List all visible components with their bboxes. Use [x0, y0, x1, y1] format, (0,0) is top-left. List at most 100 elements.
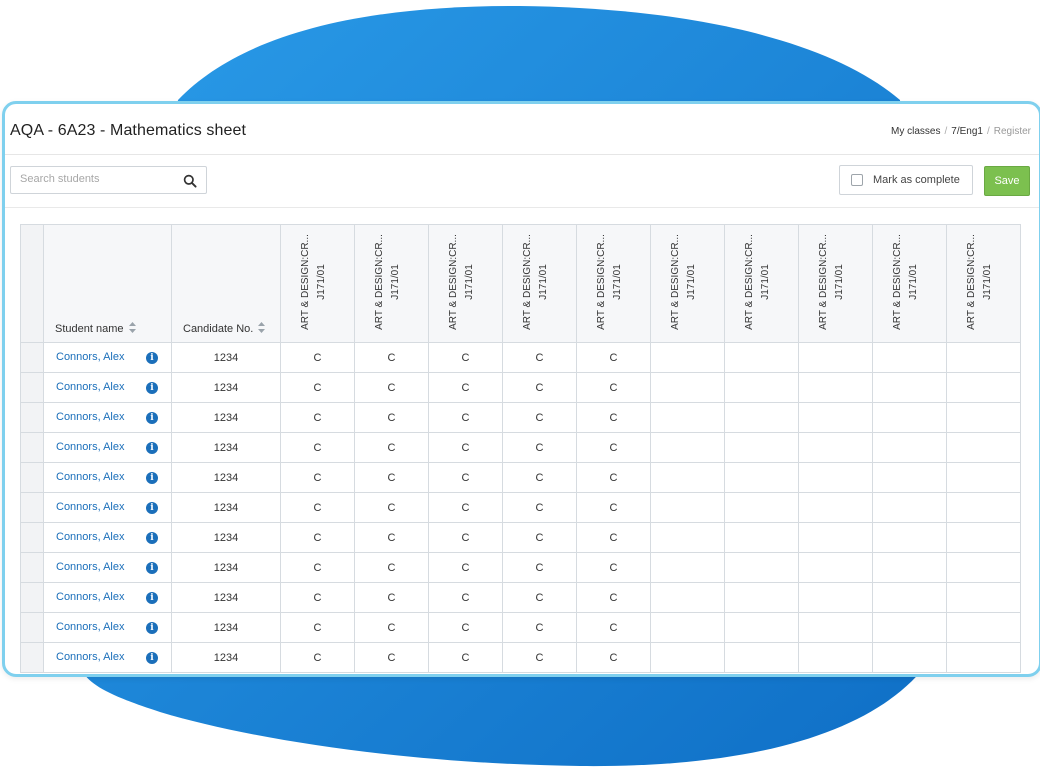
grade-cell[interactable]: [872, 402, 947, 433]
grade-cell[interactable]: C: [280, 462, 355, 493]
grade-cell[interactable]: C: [428, 402, 503, 433]
grade-cell[interactable]: [872, 372, 947, 403]
sort-icon[interactable]: [258, 322, 266, 333]
row-gutter[interactable]: [20, 372, 44, 403]
column-header-assessment[interactable]: ART & DESIGN:CR... J171/01: [428, 224, 503, 343]
grade-cell[interactable]: [798, 552, 873, 583]
grade-cell[interactable]: C: [354, 492, 429, 523]
grade-cell[interactable]: [724, 342, 799, 373]
grade-cell[interactable]: [724, 462, 799, 493]
info-icon[interactable]: i: [146, 562, 158, 574]
search-box[interactable]: [10, 166, 207, 194]
column-header-assessment[interactable]: ART & DESIGN:CR... J171/01: [280, 224, 355, 343]
grade-cell[interactable]: [724, 612, 799, 643]
grade-cell[interactable]: [724, 492, 799, 523]
info-icon[interactable]: i: [146, 622, 158, 634]
student-name-link[interactable]: Connors, Alex: [56, 471, 124, 483]
grade-cell[interactable]: C: [576, 612, 651, 643]
grade-cell[interactable]: C: [502, 462, 577, 493]
grade-cell[interactable]: [946, 402, 1021, 433]
grade-cell[interactable]: [872, 642, 947, 673]
student-name-link[interactable]: Connors, Alex: [56, 621, 124, 633]
row-gutter[interactable]: [20, 432, 44, 463]
column-header-assessment[interactable]: ART & DESIGN:CR... J171/01: [724, 224, 799, 343]
grade-cell[interactable]: [650, 432, 725, 463]
grade-cell[interactable]: C: [502, 492, 577, 523]
grade-cell[interactable]: C: [354, 462, 429, 493]
grade-cell[interactable]: [946, 372, 1021, 403]
grade-cell[interactable]: C: [502, 402, 577, 433]
grade-cell[interactable]: [650, 582, 725, 613]
student-name-link[interactable]: Connors, Alex: [56, 591, 124, 603]
grade-cell[interactable]: [946, 432, 1021, 463]
info-icon[interactable]: i: [146, 382, 158, 394]
grade-cell[interactable]: [798, 342, 873, 373]
column-header-assessment[interactable]: ART & DESIGN:CR... J171/01: [576, 224, 651, 343]
grade-cell[interactable]: C: [280, 552, 355, 583]
grade-cell[interactable]: C: [280, 342, 355, 373]
grade-cell[interactable]: C: [428, 522, 503, 553]
grade-cell[interactable]: [872, 342, 947, 373]
grade-cell[interactable]: C: [502, 642, 577, 673]
search-input[interactable]: [20, 173, 170, 185]
student-name-link[interactable]: Connors, Alex: [56, 501, 124, 513]
info-icon[interactable]: i: [146, 412, 158, 424]
row-gutter[interactable]: [20, 552, 44, 583]
grade-cell[interactable]: [724, 402, 799, 433]
row-gutter[interactable]: [20, 522, 44, 553]
grade-cell[interactable]: C: [576, 492, 651, 523]
grade-cell[interactable]: C: [576, 402, 651, 433]
grade-cell[interactable]: C: [280, 432, 355, 463]
grade-cell[interactable]: [872, 552, 947, 583]
checkbox-icon[interactable]: [851, 174, 863, 186]
column-header-assessment[interactable]: ART & DESIGN:CR... J171/01: [798, 224, 873, 343]
grade-cell[interactable]: C: [354, 432, 429, 463]
student-name-link[interactable]: Connors, Alex: [56, 381, 124, 393]
column-header-student-name[interactable]: Student name: [43, 224, 172, 343]
grade-cell[interactable]: C: [576, 432, 651, 463]
student-name-link[interactable]: Connors, Alex: [56, 651, 124, 663]
grade-cell[interactable]: C: [428, 612, 503, 643]
student-name-link[interactable]: Connors, Alex: [56, 411, 124, 423]
grade-cell[interactable]: [946, 552, 1021, 583]
grade-cell[interactable]: [650, 342, 725, 373]
grade-cell[interactable]: C: [280, 642, 355, 673]
grade-cell[interactable]: [650, 522, 725, 553]
grade-cell[interactable]: [946, 342, 1021, 373]
grade-cell[interactable]: C: [428, 342, 503, 373]
column-header-assessment[interactable]: ART & DESIGN:CR... J171/01: [354, 224, 429, 343]
grade-cell[interactable]: C: [502, 552, 577, 583]
grade-cell[interactable]: C: [354, 342, 429, 373]
grade-cell[interactable]: [724, 522, 799, 553]
column-header-assessment[interactable]: ART & DESIGN:CR... J171/01: [946, 224, 1021, 343]
grade-cell[interactable]: [872, 582, 947, 613]
grade-cell[interactable]: C: [576, 342, 651, 373]
grade-cell[interactable]: C: [502, 372, 577, 403]
row-gutter[interactable]: [20, 342, 44, 373]
row-gutter[interactable]: [20, 402, 44, 433]
grade-cell[interactable]: [872, 432, 947, 463]
grade-cell[interactable]: C: [428, 582, 503, 613]
student-name-link[interactable]: Connors, Alex: [56, 531, 124, 543]
grade-cell[interactable]: [946, 642, 1021, 673]
grade-cell[interactable]: [946, 612, 1021, 643]
grade-cell[interactable]: C: [502, 522, 577, 553]
grade-cell[interactable]: [946, 522, 1021, 553]
grade-cell[interactable]: C: [354, 552, 429, 583]
grade-cell[interactable]: C: [428, 462, 503, 493]
grade-cell[interactable]: C: [576, 522, 651, 553]
save-button[interactable]: Save: [984, 166, 1030, 196]
grade-cell[interactable]: C: [280, 402, 355, 433]
grade-cell[interactable]: C: [428, 552, 503, 583]
grade-cell[interactable]: [946, 462, 1021, 493]
grade-cell[interactable]: [650, 492, 725, 523]
row-gutter[interactable]: [20, 582, 44, 613]
grade-cell[interactable]: [798, 522, 873, 553]
info-icon[interactable]: i: [146, 352, 158, 364]
grade-cell[interactable]: C: [502, 342, 577, 373]
breadcrumb-class[interactable]: 7/Eng1: [951, 126, 983, 137]
grade-cell[interactable]: C: [354, 522, 429, 553]
grade-cell[interactable]: C: [280, 582, 355, 613]
info-icon[interactable]: i: [146, 442, 158, 454]
grade-cell[interactable]: [798, 642, 873, 673]
